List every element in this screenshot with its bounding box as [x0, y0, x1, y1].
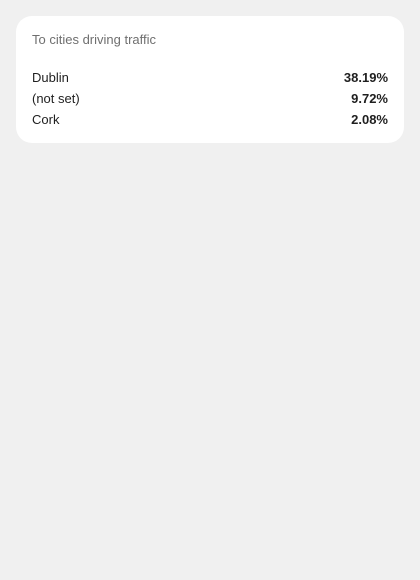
city-percentage: 9.72%	[351, 91, 388, 106]
card-title: To cities driving traffic	[32, 32, 157, 47]
city-list: Dublin 38.19% (not set) 9.72% Cork 2.08%	[32, 67, 388, 130]
list-item: Dublin 38.19%	[32, 67, 388, 88]
cities-traffic-card: To cities driving traffic Dublin 38.19% …	[16, 16, 404, 143]
city-name: (not set)	[32, 91, 80, 106]
city-name: Dublin	[32, 70, 69, 85]
city-percentage: 2.08%	[351, 112, 388, 127]
list-item: Cork 2.08%	[32, 109, 388, 130]
city-percentage: 38.19%	[343, 70, 388, 85]
city-name: Cork	[32, 112, 60, 127]
list-item: (not set) 9.72%	[32, 88, 388, 109]
